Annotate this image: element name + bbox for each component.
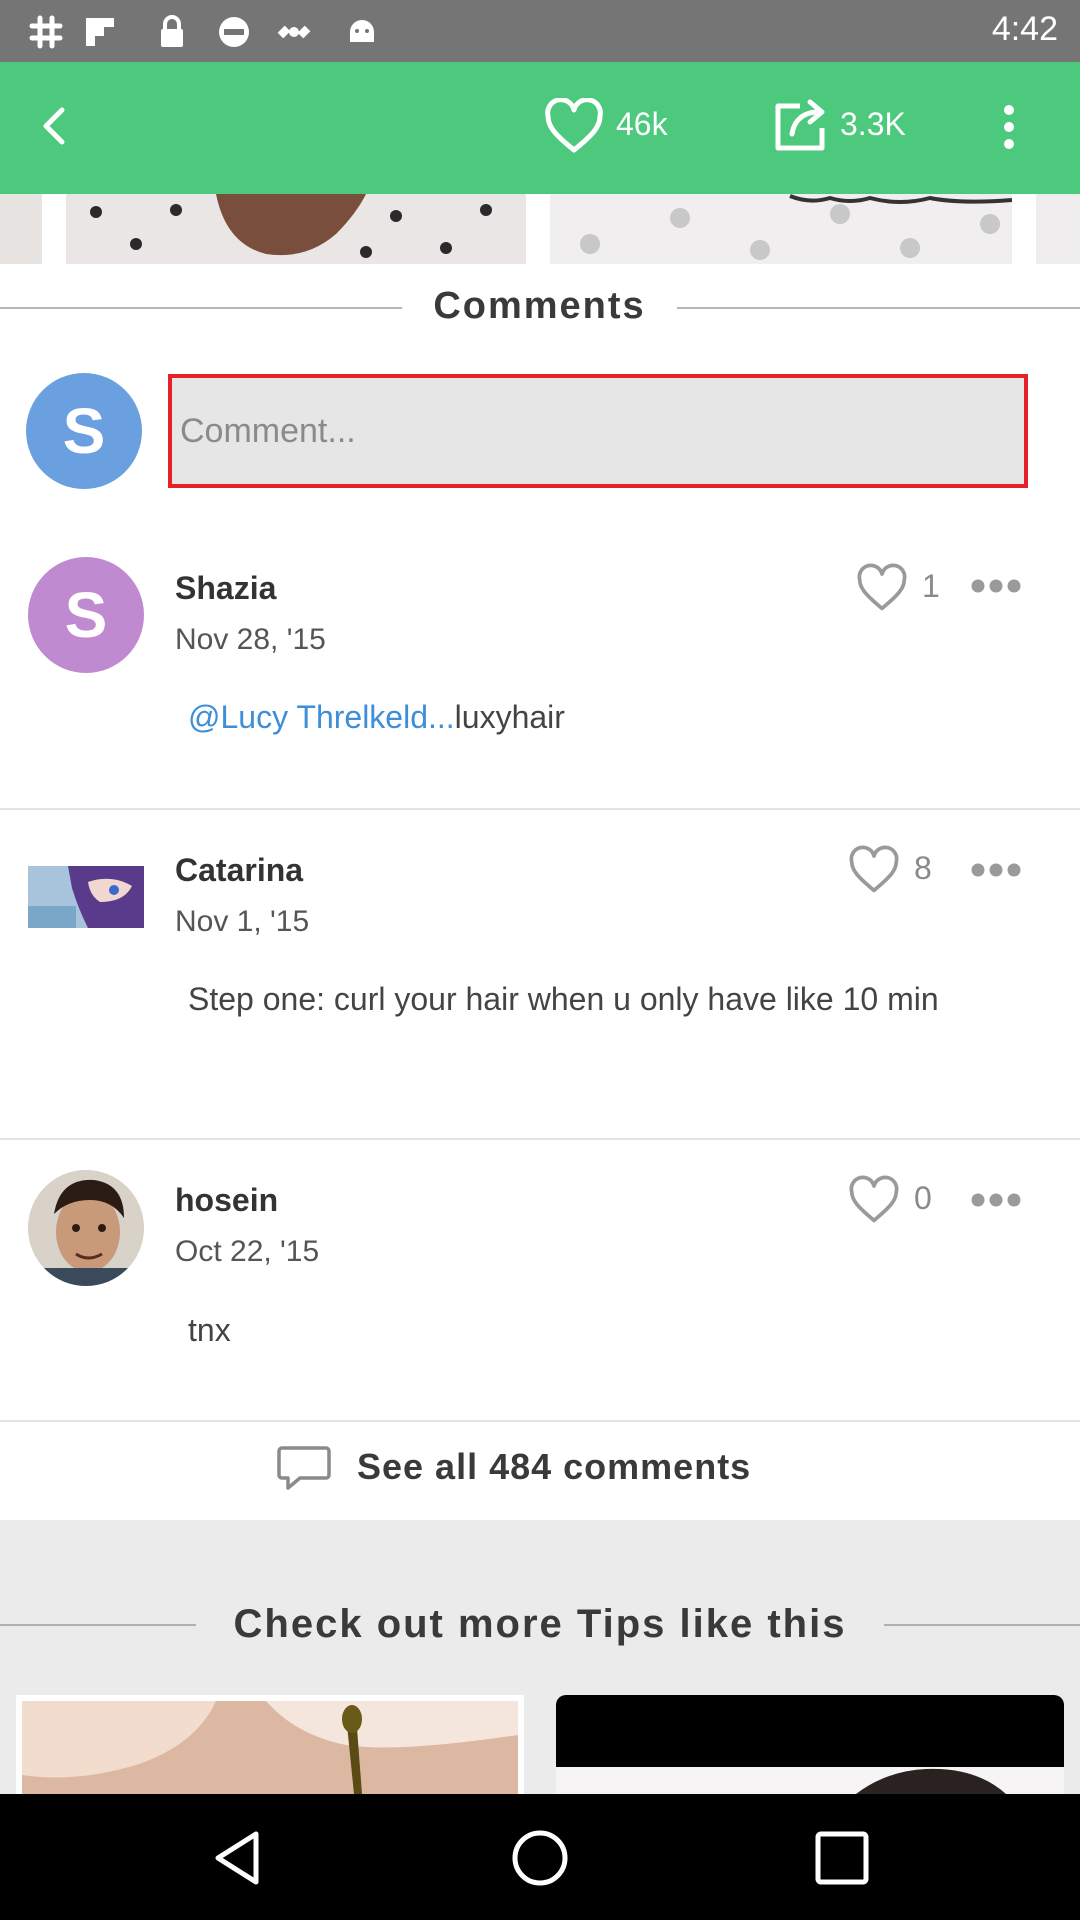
satellite-icon	[277, 25, 311, 39]
comment-like-count: 1	[922, 568, 940, 604]
android-icon	[350, 20, 374, 42]
comment-date: Nov 1, '15	[175, 905, 310, 938]
overflow-menu-icon[interactable]	[996, 102, 1022, 152]
speech-bubble-icon	[277, 1446, 331, 1490]
share-icon	[775, 99, 825, 151]
lock-icon	[161, 15, 183, 47]
commenter-name[interactable]: hosein	[175, 1182, 278, 1219]
tip-card-1[interactable]	[16, 1695, 524, 1794]
system-nav-bar	[0, 1794, 1080, 1920]
comment-mention-link[interactable]: @Lucy Threlkeld...	[188, 699, 455, 735]
commenter-photo	[28, 1170, 144, 1286]
post-image-strip	[0, 194, 1080, 264]
comment-date: Oct 22, '15	[175, 1235, 320, 1268]
comment-more-options-icon[interactable]	[970, 1192, 1022, 1208]
comment-like-heart-icon[interactable]	[846, 1174, 902, 1226]
tip-card-2[interactable]	[556, 1695, 1064, 1794]
comment-body: tnx	[188, 1306, 1028, 1354]
heart-outline-icon	[545, 98, 603, 153]
commenter-photo	[28, 866, 144, 928]
current-user-initial: S	[62, 395, 106, 467]
comment-text: luxyhair	[454, 699, 565, 735]
more-tips-line-left	[0, 1624, 196, 1626]
comment-like-count: 8	[914, 850, 932, 886]
comments-header-line-left	[0, 307, 402, 309]
comment-text: tnx	[188, 1312, 231, 1348]
commenter-avatar[interactable]: S	[28, 557, 144, 673]
nav-back-icon[interactable]	[208, 1828, 268, 1888]
no-entry-icon	[219, 17, 249, 47]
commenter-initial: S	[64, 579, 108, 651]
app-bar: 46k 3.3K	[0, 62, 1080, 194]
comments-header-line-right	[677, 307, 1080, 309]
back-arrow-icon[interactable]	[34, 104, 78, 148]
commenter-avatar[interactable]	[28, 838, 144, 954]
more-tips-section: Check out more Tips like this	[0, 1520, 1080, 1794]
post-image-partial-left[interactable]	[0, 194, 42, 264]
comment-divider	[0, 808, 1080, 810]
post-image-1[interactable]	[66, 194, 526, 264]
see-all-comments-label: See all 484 comments	[357, 1446, 752, 1487]
commenter-name[interactable]: Shazia	[175, 570, 276, 607]
comment-more-options-icon[interactable]	[970, 862, 1022, 878]
comment-like-count: 0	[914, 1180, 932, 1216]
post-image-2[interactable]	[550, 194, 1012, 264]
comment-input[interactable]	[168, 374, 1028, 488]
comment-text: Step one: curl your hair when u only hav…	[188, 981, 939, 1017]
comment-more-options-icon[interactable]	[970, 578, 1022, 594]
shares-count: 3.3K	[840, 106, 906, 142]
comment-divider	[0, 1138, 1080, 1140]
commenter-name[interactable]: Catarina	[175, 852, 303, 889]
commenter-avatar[interactable]	[28, 1170, 144, 1286]
flipboard-icon	[86, 18, 114, 46]
current-user-avatar: S	[26, 373, 142, 489]
see-all-comments-button[interactable]: See all 484 comments	[0, 1422, 1080, 1520]
share-post-button[interactable]: 3.3K	[768, 92, 918, 162]
nav-home-icon[interactable]	[510, 1828, 570, 1888]
like-post-button[interactable]: 46k	[540, 92, 690, 162]
comment-like-heart-icon[interactable]	[846, 844, 902, 896]
comment-body: Step one: curl your hair when u only hav…	[188, 975, 1028, 1023]
post-image-partial-right[interactable]	[1036, 194, 1080, 264]
comments-title: Comments	[433, 285, 646, 327]
status-bar: 4:42	[0, 0, 1080, 62]
more-tips-title: Check out more Tips like this	[233, 1602, 847, 1646]
comment-body: @Lucy Threlkeld...luxyhair	[188, 693, 1028, 741]
comment-like-heart-icon[interactable]	[854, 562, 910, 614]
comment-date: Nov 28, '15	[175, 623, 326, 656]
nav-recents-icon[interactable]	[814, 1830, 870, 1886]
more-tips-line-right	[884, 1624, 1080, 1626]
likes-count: 46k	[616, 106, 668, 142]
status-time: 4:42	[991, 10, 1058, 48]
slack-icon	[29, 15, 63, 49]
